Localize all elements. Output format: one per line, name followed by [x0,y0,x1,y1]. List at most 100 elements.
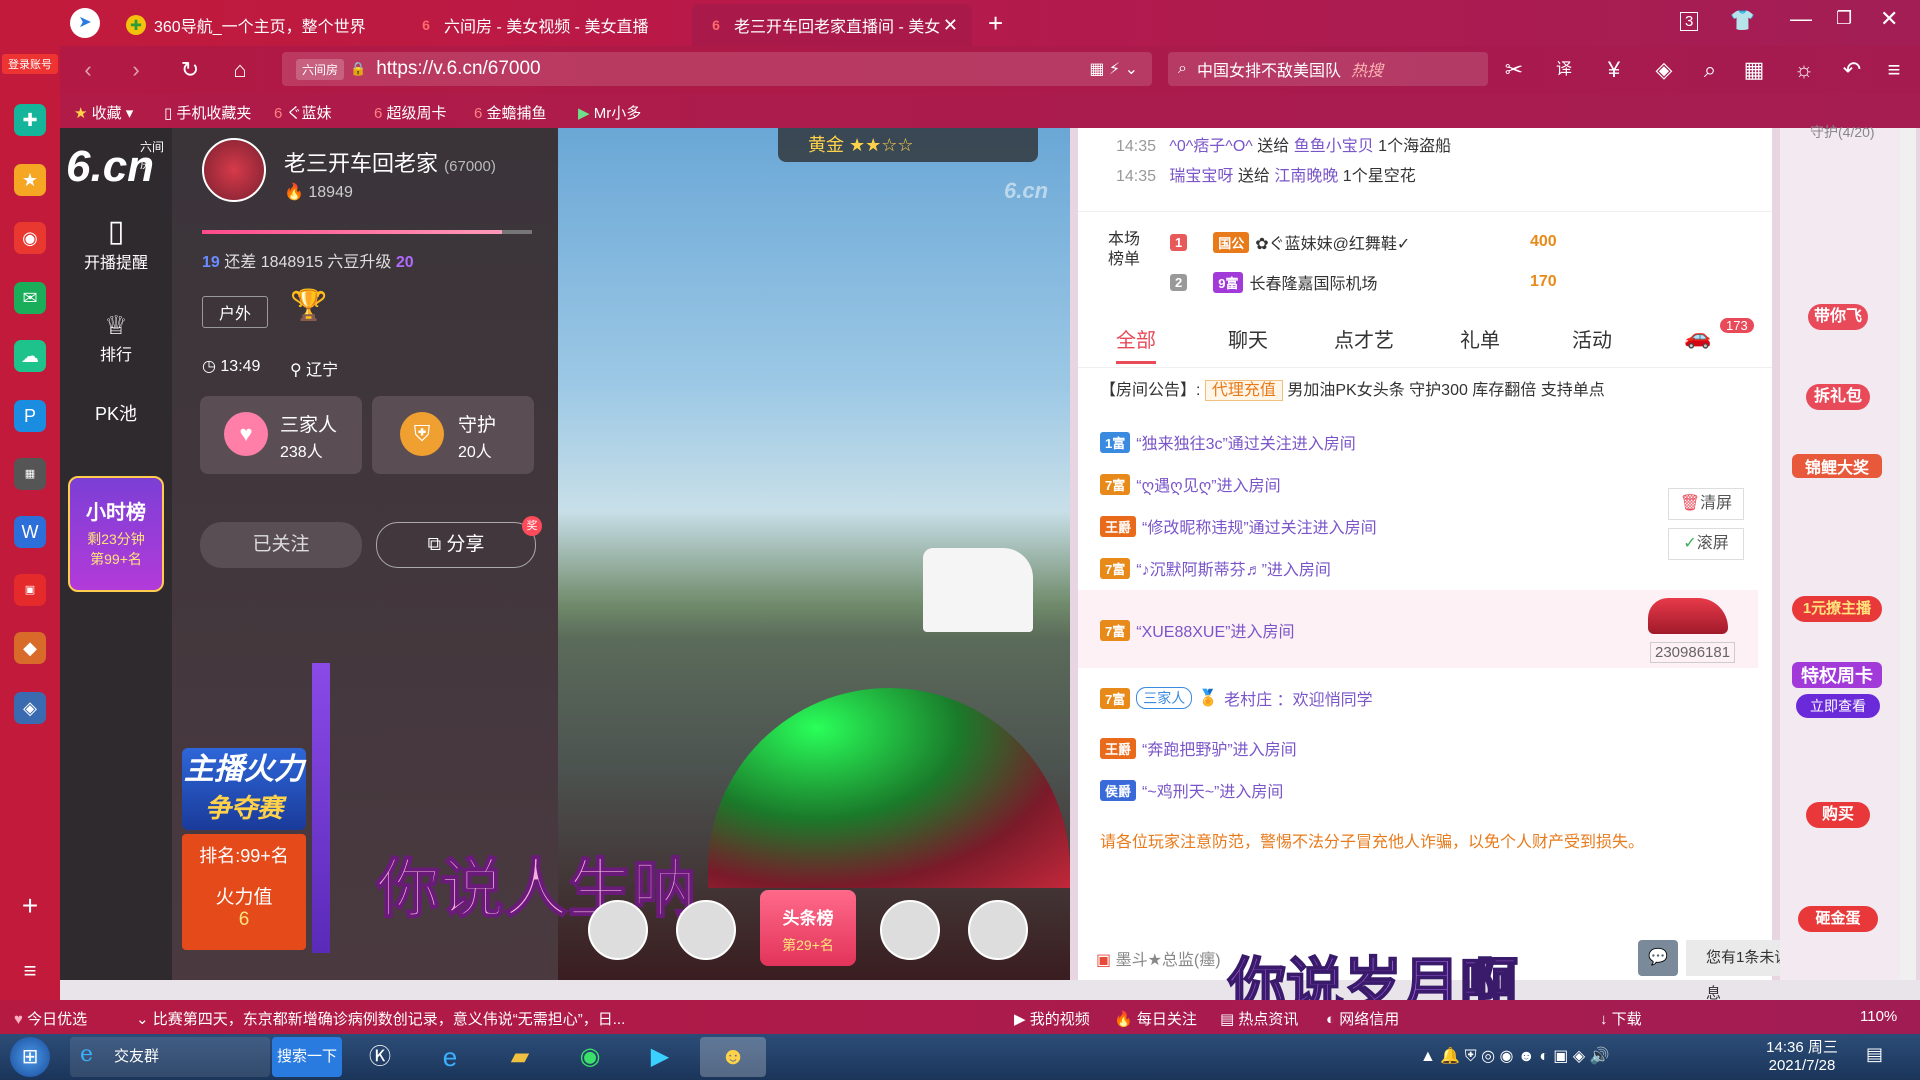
address-bar[interactable]: 六间房 🔒 https://v.6.cn/67000 ▦ ⚡ ⌄ [282,52,1152,86]
tab-chat[interactable]: 聊天 [1228,324,1268,353]
promo-view-button[interactable]: 立即查看 [1796,694,1880,718]
notice-tag[interactable]: 代理充值 [1204,380,1283,401]
tab-gift-list[interactable]: 礼单 [1460,324,1500,353]
bookmark-2[interactable]: 6 超级周卡 [374,102,447,123]
car-icon[interactable]: 🚗 [1684,324,1711,350]
promo-fly[interactable]: 带你飞 [1808,304,1868,330]
game3-icon[interactable]: ◈ [14,692,46,724]
taskbar-search-button[interactable]: 搜索一下 [272,1037,342,1077]
viewer-avatar[interactable] [880,900,940,960]
tray-icons[interactable]: ▲ 🔔 ⛨ ◎ ◉ ☻ ◐ ▣ ◈ 🔊 [1420,1046,1610,1066]
family-button[interactable]: ♥ 三家人 238人 [200,396,362,474]
game-app-icon[interactable]: ▦ [14,458,46,490]
mail-icon[interactable]: ✉ [14,282,46,314]
search-box[interactable]: ⌕ 中国女排不敌美国队 热搜 [1168,52,1488,86]
follow-button[interactable]: 已关注 [200,522,362,568]
site-logo[interactable]: 6.cn [66,142,154,192]
share-button[interactable]: ⧉ 分享 [376,522,536,568]
zoom-level[interactable]: 110% [1860,1008,1897,1025]
reload-icon[interactable]: ↻ [176,56,204,84]
player-icon[interactable]: ▶ [630,1037,690,1077]
notification-icon[interactable]: ▤ [1866,1044,1883,1065]
news-ticker[interactable]: ⌄ 比赛第四天，东京都新增确诊病例数创记录，意义伟说“无需担心”，日... [136,1008,656,1029]
k-app-icon[interactable]: Ⓚ [350,1037,410,1077]
browser360-icon[interactable]: ◉ [560,1037,620,1077]
red-app-icon[interactable]: ▣ [14,574,46,606]
category-tag[interactable]: 户外 [202,296,269,328]
gamepad-icon[interactable]: ◈ [1650,56,1678,84]
browser-menu-icon[interactable]: ≡ [1880,56,1908,84]
brightness-icon[interactable]: ☼ [1790,56,1818,84]
new-tab-icon[interactable]: + [988,8,1003,39]
nav-pk[interactable]: PK池 [60,400,172,426]
translate-icon[interactable]: 译 [1550,56,1578,84]
promo-buy[interactable]: 购买 [1806,802,1870,828]
tab-6cn[interactable]: 6 六间房 - 美女视频 - 美女直播 [402,4,692,46]
login-button[interactable]: 登录账号 [2,54,58,74]
weibo-icon[interactable]: ◉ [14,222,46,254]
active-app-icon[interactable]: ☻ [700,1037,766,1077]
p-app-icon[interactable]: P [14,400,46,432]
bookmark-mobile[interactable]: ▯ 手机收藏夹 [164,102,251,123]
tab-talent[interactable]: 点才艺 [1334,324,1394,353]
status-link[interactable]: ▶ 我的视频 [1014,1008,1090,1029]
promo-koi[interactable]: 锦鲤大奖 [1792,454,1882,478]
scrollbar[interactable] [1900,128,1916,980]
status-link[interactable]: ◐ 网络信用 [1326,1008,1399,1029]
start-button[interactable]: ⊞ [10,1037,50,1077]
headline-rank[interactable]: 头条榜 第29+名 [760,890,856,966]
tab-count-icon[interactable]: 3 [1680,12,1699,31]
home-icon[interactable]: ⌂ [226,56,254,84]
find-icon[interactable]: ⌕ [1696,56,1724,84]
tab-360[interactable]: ✚ 360导航_一个主页，整个世界 [112,4,402,46]
live-video[interactable]: 黄金 ★★☆☆ 6.cn 你说人生呐 头条榜 第29+名 [375,128,1070,980]
promo-one-yuan[interactable]: 1元撩主播 [1792,596,1882,622]
news-label[interactable]: ♥ 今日优选 [14,1008,87,1029]
chat-bubble-icon[interactable]: 💬 [1638,940,1678,976]
folder-icon[interactable]: ▰ [490,1037,550,1077]
favorites-icon[interactable]: ★ [14,164,46,196]
promo-gift-pack[interactable]: 拆礼包 [1806,384,1870,410]
send-icon[interactable]: ➤ [70,8,100,38]
bookmark-4[interactable]: ▶ Mr小多 [578,102,641,123]
game2-icon[interactable]: ◆ [14,632,46,664]
bookmark-3[interactable]: 6 金蟾捕鱼 [474,102,547,123]
url-text[interactable]: https://v.6.cn/67000 [376,58,540,80]
rank-row[interactable]: 2 9富 长春隆嘉国际机场 170 [1170,270,1557,294]
coin-icon[interactable]: ¥ [1600,56,1628,84]
promo-golden-egg[interactable]: 砸金蛋 [1798,906,1878,932]
cloud-icon[interactable]: ☁ [14,340,46,372]
bookmark-favorites[interactable]: ★ 收藏 ▾ [74,102,133,123]
viewer-avatar[interactable] [676,900,736,960]
add-icon[interactable]: + [14,890,46,922]
fire-contest-banner[interactable]: 主播火力 争夺赛 [182,748,306,830]
clock[interactable]: 14:36 周三 2021/7/28 [1752,1036,1852,1074]
close-tab-icon[interactable]: ✕ [943,15,958,36]
url-actions-icon[interactable]: ▦ ⚡ ⌄ [1089,59,1138,79]
hour-rank-widget[interactable]: 小时榜 剩23分钟 第99+名 [68,476,164,592]
forward-icon[interactable]: › [122,56,150,84]
bottom-user[interactable]: ▣ 墨斗★总监(癦) [1096,946,1221,970]
word-icon[interactable]: W [14,516,46,548]
tab-all[interactable]: 全部 [1116,324,1156,364]
skin-icon[interactable]: 👕 [1730,8,1755,33]
nav-live-reminder[interactable]: ▯ 开播提醒 [60,214,172,273]
close-window-icon[interactable]: ✕ [1880,6,1898,32]
fire-stats[interactable]: 排名:99+名 火力值 6 [182,834,306,950]
menu-icon[interactable]: ≡ [14,955,46,987]
host-avatar[interactable] [202,138,266,202]
sidebar-app-icon[interactable]: ✚ [14,104,46,136]
restore-icon[interactable]: ❐ [1836,8,1852,29]
viewer-avatar[interactable] [588,900,648,960]
promo-weekly-card[interactable]: 特权周卡 [1792,662,1882,688]
bookmark-1[interactable]: 6 ぐ蓝妹 [274,102,332,123]
minimize-icon[interactable]: — [1790,6,1812,32]
clear-screen-button[interactable]: 🗑清屏 [1668,488,1744,520]
search-text[interactable]: 中国女排不敌美国队 [1197,57,1341,81]
nav-ranking[interactable]: ♕ 排行 [60,310,172,365]
download-link[interactable]: ↓ 下载 [1600,1008,1642,1029]
tab-activity[interactable]: 活动 [1572,324,1612,353]
apps-icon[interactable]: ▦ [1740,56,1768,84]
guard-button[interactable]: ⛨ 守护 20人 [372,396,534,474]
status-link[interactable]: ▤ 热点资讯 [1220,1008,1298,1029]
